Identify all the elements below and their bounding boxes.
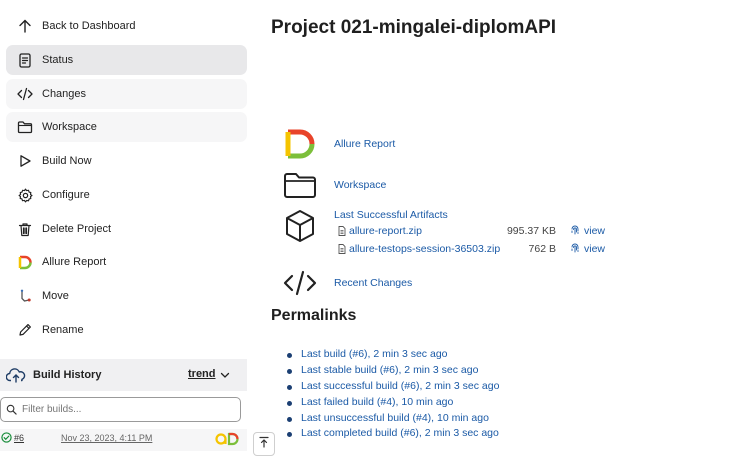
sidebar-item-allure-report[interactable]: Allure Report (6, 247, 247, 277)
build-row[interactable]: #6 Nov 23, 2023, 4:11 PM (0, 429, 247, 451)
file-icon (338, 226, 346, 239)
permalink-last-failed-build[interactable]: Last failed build (#4), 10 min ago (286, 396, 499, 412)
recent-changes-link[interactable]: Recent Changes (334, 277, 412, 289)
artifact-size: 762 B (528, 243, 556, 255)
build-number-link[interactable]: #6 (14, 433, 24, 443)
permalink-last-successful-build[interactable]: Last successful build (#6), 2 min 3 sec … (286, 380, 499, 396)
recent-changes-task[interactable]: Recent Changes (283, 267, 412, 299)
last-successful-artifacts-link[interactable]: Last Successful Artifacts (334, 209, 448, 221)
sidebar-item-delete-project[interactable]: Delete Project (6, 214, 247, 244)
workspace-task[interactable]: Workspace (283, 168, 386, 202)
arrow-up-icon (14, 15, 36, 37)
build-date-link[interactable]: Nov 23, 2023, 4:11 PM (61, 433, 152, 443)
pencil-icon (14, 319, 36, 341)
move-icon (14, 285, 36, 307)
code-icon (283, 267, 317, 299)
sidebar-item-label: Configure (42, 189, 90, 201)
trend-link[interactable]: trend (188, 368, 216, 380)
artifact-row: allure-testops-session-36503.zip 762 B v… (338, 243, 618, 257)
play-icon (14, 150, 36, 172)
sidebar-item-label: Changes (42, 88, 87, 100)
permalink-last-build[interactable]: Last build (#6), 2 min 3 sec ago (286, 348, 499, 364)
sidebar-item-label: Status (42, 54, 74, 66)
permalinks-heading: Permalinks (271, 307, 357, 324)
code-icon (14, 83, 36, 105)
sidebar-item-label: Allure Report (42, 256, 107, 268)
document-icon (14, 49, 36, 71)
permalink-last-stable-build[interactable]: Last stable build (#6), 2 min 3 sec ago (286, 364, 499, 380)
sidebar-item-move[interactable]: Move (6, 281, 247, 311)
gear-icon (14, 184, 36, 206)
artifact-view-link[interactable]: view (584, 243, 605, 255)
sidebar-item-build-now[interactable]: Build Now (6, 146, 247, 176)
sidebar-item-label: Workspace (42, 121, 97, 133)
sidebar-item-workspace[interactable]: Workspace (6, 112, 247, 142)
success-icon (1, 432, 12, 445)
arrow-up-to-line-icon (258, 435, 270, 453)
sidebar-item-status[interactable]: Status (6, 45, 247, 75)
permalinks-list: Last build (#6), 2 min 3 sec ago Last st… (286, 348, 499, 443)
allure-icon (14, 251, 36, 273)
fingerprint-icon[interactable] (570, 225, 580, 239)
sidebar-item-changes[interactable]: Changes (6, 79, 247, 109)
sidebar-item-label: Rename (42, 324, 84, 336)
sidebar-item-label: Move (42, 290, 69, 302)
trash-icon (14, 218, 36, 240)
sidebar-item-back-to-dashboard[interactable]: Back to Dashboard (6, 11, 247, 41)
file-icon (338, 244, 346, 257)
artifact-file-link[interactable]: allure-testops-session-36503.zip (349, 243, 500, 255)
scroll-to-top-button[interactable] (253, 432, 275, 456)
fingerprint-icon[interactable] (570, 243, 580, 257)
build-history-title: Build History (33, 369, 102, 381)
package-icon (284, 209, 316, 248)
sidebar-item-rename[interactable]: Rename (6, 315, 247, 345)
sidebar-item-label: Delete Project (42, 223, 112, 235)
workspace-link[interactable]: Workspace (334, 179, 386, 191)
allure-badge-icon[interactable] (215, 432, 239, 448)
permalink-last-completed-build[interactable]: Last completed build (#6), 2 min 3 sec a… (286, 427, 499, 443)
chevron-down-icon[interactable] (219, 368, 231, 386)
sidebar: Back to Dashboard Status Changes Workspa… (0, 0, 250, 459)
artifact-view-link[interactable]: view (584, 225, 605, 237)
folder-icon (14, 116, 36, 138)
sidebar-item-label: Back to Dashboard (42, 20, 136, 32)
page-title: Project 021-mingalei-diplomAPI (271, 17, 557, 38)
sidebar-item-configure[interactable]: Configure (6, 180, 247, 210)
allure-report-link[interactable]: Allure Report (334, 138, 395, 150)
sidebar-item-label: Build Now (42, 155, 92, 167)
build-history-header: Build History trend (0, 359, 247, 391)
artifact-file-link[interactable]: allure-report.zip (349, 225, 422, 237)
search-icon (6, 404, 18, 416)
artifact-row: allure-report.zip 995.37 KB view (338, 225, 618, 239)
permalink-last-unsuccessful-build[interactable]: Last unsuccessful build (#4), 10 min ago (286, 412, 499, 428)
filter-builds-input[interactable] (22, 404, 222, 415)
allure-logo-icon (283, 127, 317, 161)
folder-icon (283, 168, 317, 202)
cloud-upload-icon (5, 364, 27, 386)
artifact-size: 995.37 KB (506, 225, 556, 237)
allure-report-task[interactable]: Allure Report (283, 127, 395, 161)
filter-builds-field[interactable] (0, 397, 241, 422)
